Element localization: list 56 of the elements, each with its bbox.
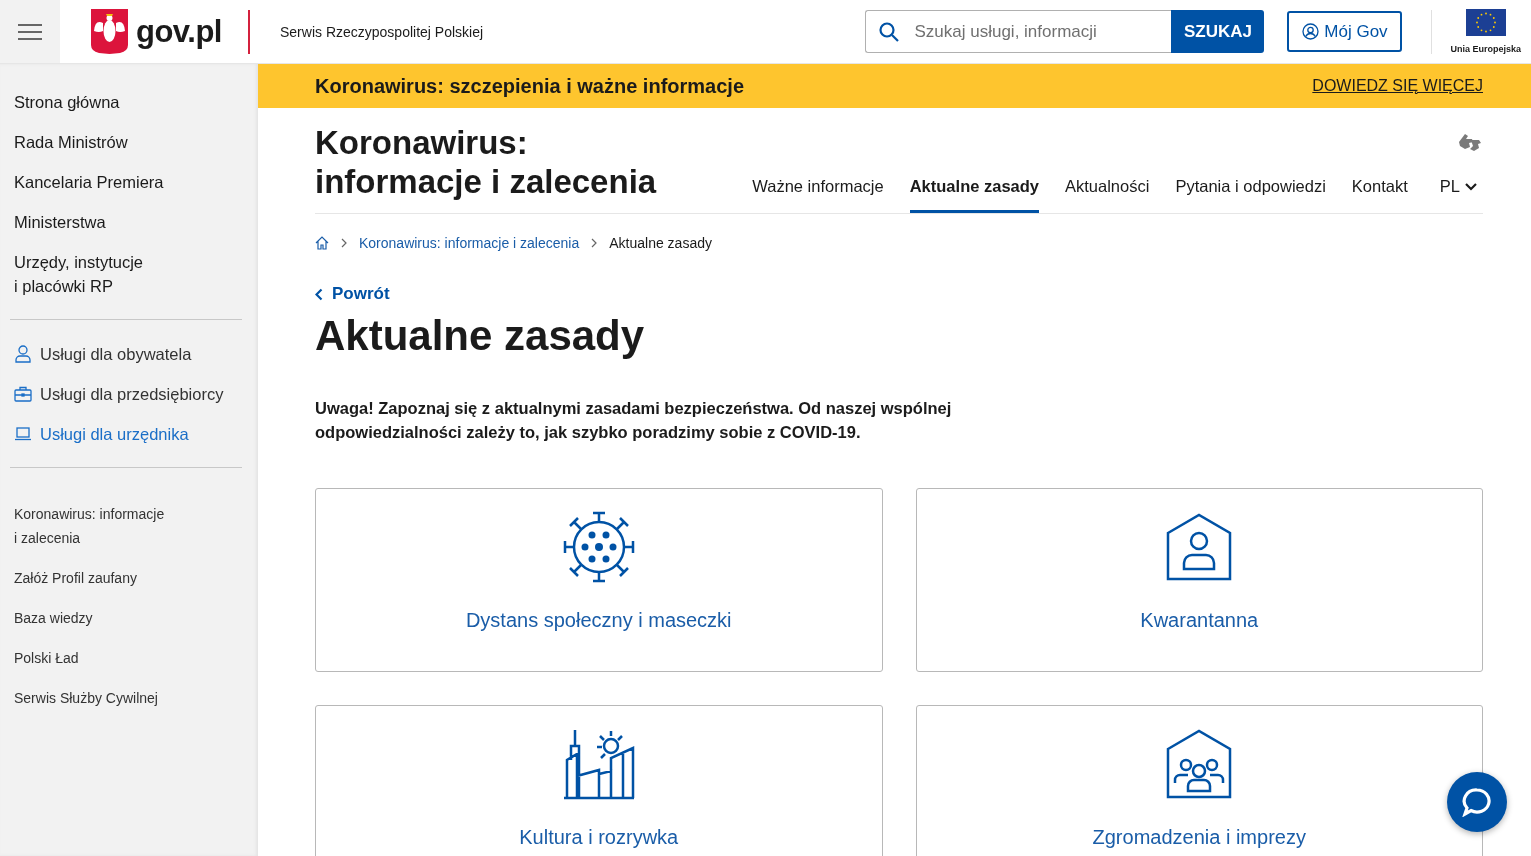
- house-group-icon: [1166, 729, 1233, 799]
- nav-tab[interactable]: Pytania i odpowiedzi: [1175, 177, 1326, 213]
- sidebar-link[interactable]: Koronawirus: informacje i zalecenia: [10, 494, 169, 558]
- sidebar-link[interactable]: Polski Ład: [10, 638, 83, 678]
- nav-tab[interactable]: Aktualne zasady: [909, 177, 1039, 213]
- user-icon: [1302, 23, 1320, 40]
- house-person-icon: [1166, 513, 1233, 581]
- laptop-icon: [14, 427, 32, 441]
- search-field[interactable]: Szukaj usługi, informacji: [865, 10, 1172, 53]
- section-title: Koronawirus: informacje i zalecenia: [315, 123, 657, 201]
- eu-flag-icon: [1465, 9, 1506, 36]
- back-link[interactable]: Powrót: [315, 284, 390, 304]
- sidebar-link[interactable]: Kancelaria Premiera: [10, 162, 168, 202]
- banner-link[interactable]: DOWIEDZ SIĘ WIĘCEJ: [1312, 77, 1483, 95]
- menu-icon: [18, 23, 42, 40]
- sidebar-link[interactable]: Serwis Służby Cywilnej: [10, 678, 162, 718]
- menu-button[interactable]: [0, 0, 60, 63]
- chat-button[interactable]: [1447, 772, 1507, 832]
- chevron-right-icon: [341, 238, 347, 248]
- breadcrumb-current: Aktualne zasady: [609, 235, 712, 251]
- sidebar-link[interactable]: Baza wiedzy: [10, 598, 97, 638]
- nav-tab[interactable]: Kontakt: [1351, 177, 1408, 213]
- banner-text: Koronawirus: szczepienia i ważne informacje: [315, 74, 744, 98]
- topic-card[interactable]: Kultura i rozrywka: [315, 705, 883, 856]
- emblem-icon: [91, 9, 128, 54]
- person-icon: [14, 345, 32, 363]
- briefcase-icon: [14, 386, 32, 402]
- sidebar-link[interactable]: Załóż Profil zaufany: [10, 558, 141, 598]
- chat-bubble-icon: [1462, 787, 1492, 817]
- intro-text: Uwaga! Zapoznaj się z aktualnymi zasadami bezpieczeństwa. Od naszej wspólnej odpowiedzialności zależy to, jak szybko poradzimy sobie z COVID-19.: [315, 398, 953, 443]
- chevron-left-icon: [315, 287, 323, 301]
- site-name: gov.pl: [136, 13, 222, 50]
- sidebar-service-link[interactable]: Usługi dla urzędnika: [10, 414, 193, 454]
- sidebar-link[interactable]: Ministerstwa: [10, 202, 110, 242]
- search-button[interactable]: SZUKAJ: [1171, 10, 1265, 53]
- topic-card[interactable]: Kwarantanna: [915, 488, 1483, 672]
- sidebar-service-link[interactable]: Usługi dla przedsiębiorcy: [10, 374, 228, 414]
- account-button[interactable]: Mój Gov: [1287, 11, 1403, 52]
- nav-tab[interactable]: Ważne informacje: [752, 177, 884, 213]
- chevron-right-icon: [591, 238, 598, 248]
- sidebar-link[interactable]: Urzędy, instytucje i placówki RP: [10, 242, 147, 306]
- home-icon[interactable]: [315, 236, 329, 250]
- chevron-down-icon: [1465, 182, 1477, 191]
- city-icon: [562, 728, 635, 800]
- language-button[interactable]: PL: [1433, 176, 1483, 213]
- page-title: Aktualne zasady: [315, 311, 646, 361]
- site-tagline: Serwis Rzeczypospolitej Polskiej: [280, 23, 484, 40]
- eu-label: Unia Europejska: [1450, 44, 1521, 54]
- breadcrumb-link[interactable]: Koronawirus: informacje i zalecenia: [359, 235, 580, 251]
- sidebar-link[interactable]: Strona główna: [10, 82, 124, 122]
- topic-card[interactable]: Dystans społeczny i maseczki: [315, 488, 883, 672]
- nav-tab[interactable]: Aktualności: [1065, 177, 1150, 213]
- virus-icon: [562, 511, 635, 583]
- sidebar-service-link[interactable]: Usługi dla obywatela: [10, 334, 196, 374]
- logo-link[interactable]: gov.pl: [91, 9, 222, 54]
- sidebar-link[interactable]: Rada Ministrów: [10, 122, 132, 162]
